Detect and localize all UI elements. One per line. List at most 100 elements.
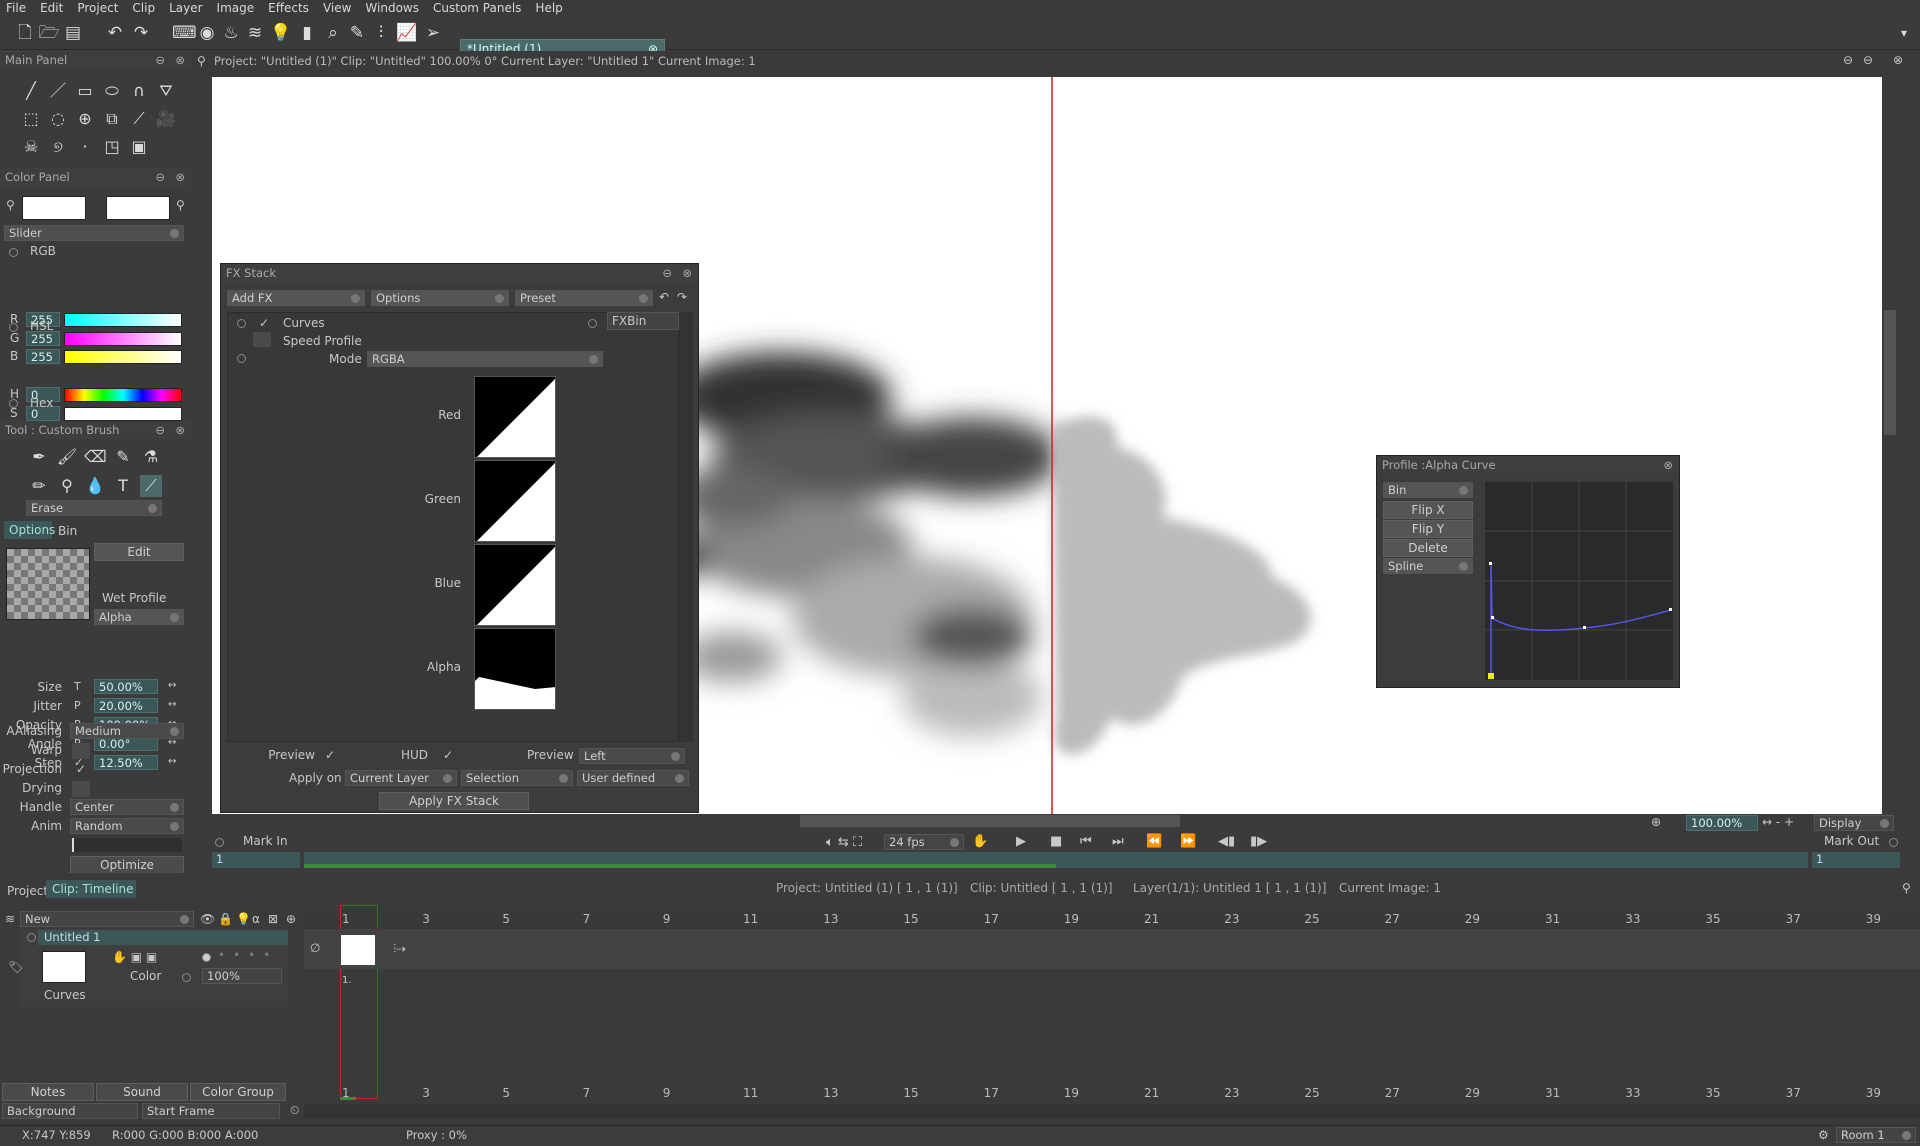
display-select[interactable]: Display (1814, 815, 1894, 831)
green-curve-graph[interactable] (474, 460, 556, 542)
stamp-icon[interactable]: ♨ (220, 22, 242, 44)
bezier-tool-icon[interactable]: ∩ (128, 80, 150, 102)
tab-timeline[interactable]: Clip: Timeline (46, 880, 136, 898)
b-slider[interactable] (64, 350, 182, 365)
new-file-icon[interactable]: 🗋 (14, 22, 36, 44)
frame-number[interactable]: 35 (1705, 912, 1720, 926)
frame-number[interactable]: 7 (583, 1086, 591, 1100)
range-bar[interactable] (304, 852, 1808, 868)
eyedropper-icon[interactable]: ⚲ (176, 198, 185, 212)
warp-checkbox[interactable] (72, 743, 90, 759)
apply-mode-select[interactable]: User defined (577, 770, 689, 786)
collapse-icon[interactable]: ⊖ (1843, 53, 1853, 67)
layer-name[interactable]: Untitled 1 (38, 930, 288, 945)
aaliasing-select[interactable]: Medium (70, 723, 184, 739)
r-slider[interactable] (64, 313, 182, 327)
layer-visible-dot[interactable] (202, 953, 211, 962)
collapse-icon[interactable] (9, 323, 18, 332)
menu-layer[interactable]: Layer (169, 1, 202, 15)
curves-fx-label[interactable]: Curves (283, 316, 325, 330)
swirl-tool-icon[interactable]: ୭ (47, 136, 69, 158)
menu-windows[interactable]: Windows (365, 1, 419, 15)
brush-brush-icon[interactable]: 🖌 (56, 446, 78, 468)
film-icon[interactable]: ▮ (296, 22, 318, 44)
collapse-icon[interactable] (1889, 838, 1898, 847)
speed-profile-checkbox[interactable] (253, 332, 271, 347)
menu-project[interactable]: Project (77, 1, 118, 15)
save-icon[interactable]: ▤ (62, 22, 84, 44)
apply-selection-select[interactable]: Selection (461, 770, 573, 786)
mark-out-field[interactable]: 1 (1812, 852, 1900, 868)
pen-tool-icon[interactable]: ╱ (20, 80, 42, 102)
edit-brush-button[interactable]: Edit (94, 543, 184, 561)
projection-checkbox[interactable]: ✓ (76, 762, 86, 776)
close-icon[interactable]: ⊗ (175, 51, 185, 69)
frame-number[interactable]: 33 (1625, 1086, 1640, 1100)
horizontal-scrollbar[interactable] (800, 815, 1180, 827)
profile-bin-select[interactable]: Bin (1383, 482, 1473, 498)
frame-icon[interactable]: ⊠ (268, 912, 278, 926)
flip-y-button[interactable]: Flip Y (1383, 520, 1473, 538)
frame-number[interactable]: 23 (1224, 1086, 1239, 1100)
visibility-icon[interactable]: 👁 (200, 912, 215, 926)
pin-icon[interactable]: ⚲ (1902, 881, 1911, 895)
redo-icon[interactable]: ↷ (677, 290, 687, 304)
alpha-curve-graph[interactable] (1485, 482, 1673, 680)
frame-number[interactable]: 33 (1625, 912, 1640, 926)
add-fx-select[interactable]: Add FX (227, 290, 365, 306)
eyedropper-icon[interactable]: ⚲ (6, 198, 15, 212)
notes-tab[interactable]: Notes (2, 1083, 94, 1101)
menu-clip[interactable]: Clip (132, 1, 155, 15)
frame-number[interactable]: 39 (1866, 1086, 1881, 1100)
frame-number[interactable]: 11 (743, 1086, 758, 1100)
lightbulb-icon[interactable]: 💡 (270, 22, 292, 44)
close-icon[interactable]: ⊗ (682, 264, 692, 282)
param-drag-icon[interactable]: ↔ (168, 756, 176, 767)
layer-option-dots[interactable]: •••• (218, 948, 278, 962)
frame-number[interactable]: 31 (1545, 1086, 1560, 1100)
transform-tool-icon[interactable]: ⧉ (101, 108, 123, 130)
g-slider[interactable] (64, 331, 182, 346)
frame-number[interactable]: 15 (903, 912, 918, 926)
collapse-icon[interactable] (215, 838, 224, 847)
param-value-field[interactable]: 20.00% (94, 698, 158, 713)
menu-edit[interactable]: Edit (40, 1, 63, 15)
tab-project[interactable]: Project (7, 884, 48, 898)
scroll-thumb[interactable] (1884, 310, 1896, 435)
dropper-brush-icon[interactable]: ⚲ (56, 475, 78, 497)
frame-number[interactable]: 37 (1786, 912, 1801, 926)
frame-number[interactable]: 5 (502, 912, 510, 926)
frame-number[interactable]: 25 (1304, 912, 1319, 926)
param-drag-icon[interactable]: ↔ (168, 680, 176, 691)
frame-number[interactable]: 25 (1304, 1086, 1319, 1100)
menu-custom-panels[interactable]: Custom Panels (433, 1, 521, 15)
frame-number[interactable]: 15 (903, 1086, 918, 1100)
color-mode-select[interactable]: Slider (4, 225, 184, 241)
frame-number[interactable]: 21 (1144, 912, 1159, 926)
paper-tool-icon[interactable]: ◳ (101, 136, 123, 158)
preset-select[interactable]: Preset (515, 290, 653, 306)
frame-number[interactable]: 19 (1064, 1086, 1079, 1100)
profile-select[interactable]: Alpha (94, 609, 184, 625)
light-icon[interactable]: 💡 (236, 912, 251, 926)
close-icon[interactable]: ⊗ (175, 168, 185, 186)
undo-icon[interactable]: ↶ (659, 290, 669, 304)
chevron-down-icon[interactable]: ▾ (1893, 22, 1915, 44)
close-icon[interactable]: ⊗ (1893, 53, 1903, 67)
anim-select[interactable]: Random (70, 818, 184, 834)
background-select[interactable]: Background (2, 1103, 138, 1119)
pencil-brush-icon[interactable]: ✏ (28, 475, 50, 497)
options-select[interactable]: Options (371, 290, 509, 306)
frame-number[interactable]: 5 (502, 1086, 510, 1100)
next-key-icon[interactable]: ⏩ (1180, 834, 1196, 849)
layer-track[interactable] (304, 929, 1920, 969)
stamp-tool-icon[interactable]: ▣ (128, 136, 150, 158)
last-frame-icon[interactable]: ⏭ (1112, 834, 1124, 849)
extend-icon[interactable]: ⫶⇢ (393, 942, 406, 957)
close-icon[interactable]: ⊗ (175, 421, 185, 439)
s-slider[interactable] (64, 406, 182, 421)
frame-number[interactable]: 27 (1385, 1086, 1400, 1100)
open-file-icon[interactable]: 🗁 (38, 22, 60, 44)
alpha-curve-graph[interactable] (474, 628, 556, 710)
color-wheel-icon[interactable]: ◉ (196, 22, 218, 44)
